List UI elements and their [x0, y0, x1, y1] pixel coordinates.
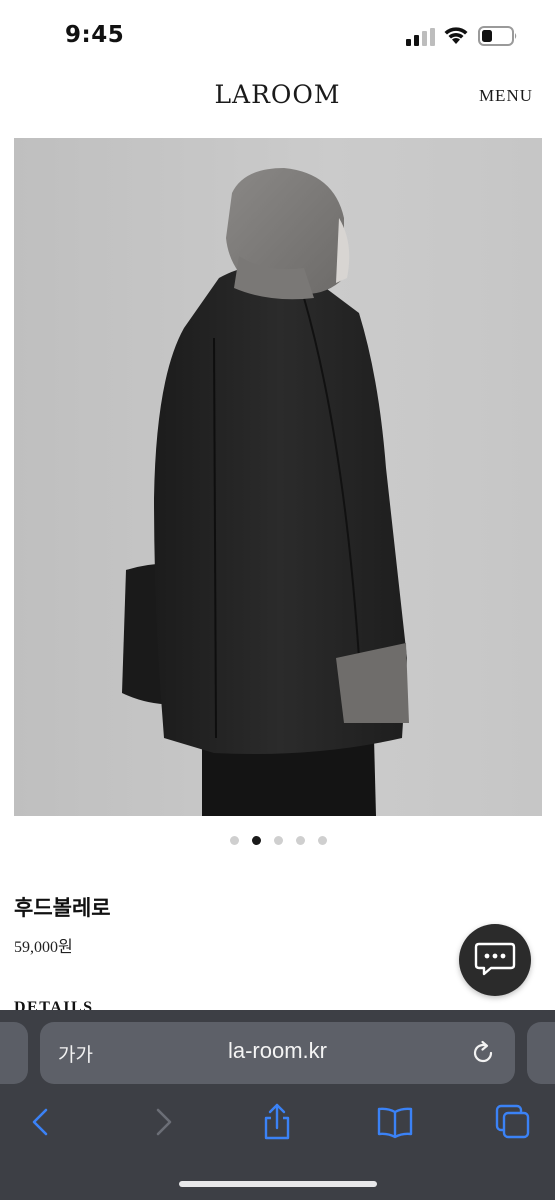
wifi-icon [444, 27, 468, 44]
carousel-dot[interactable] [230, 836, 239, 845]
product-name: 후드볼레로 [14, 896, 111, 920]
carousel-dot[interactable] [274, 836, 283, 845]
status-time: 9:45 [65, 22, 125, 48]
product-image[interactable] [14, 138, 542, 816]
product-photo-illustration [14, 138, 542, 816]
forward-icon[interactable] [142, 1102, 182, 1142]
cellular-signal-icon [406, 28, 435, 46]
menu-button[interactable]: MENU [479, 86, 533, 106]
bookmarks-icon[interactable] [375, 1102, 415, 1142]
chat-bubble-icon [474, 942, 516, 976]
carousel-pagination [0, 836, 555, 848]
carousel-dot[interactable] [296, 836, 305, 845]
chat-button[interactable] [459, 924, 531, 996]
tabs-icon[interactable] [493, 1102, 533, 1142]
home-indicator [179, 1181, 377, 1187]
site-header: LAROOM MENU [0, 70, 555, 130]
product-price: 59,000원 [14, 939, 73, 956]
browser-chrome: 가가 la-room.kr [0, 1010, 555, 1200]
battery-icon [478, 26, 517, 46]
carousel-dot-active[interactable] [252, 836, 261, 845]
status-bar: 9:45 [0, 0, 555, 70]
url-text[interactable]: la-room.kr [40, 1038, 515, 1064]
carousel-dot[interactable] [318, 836, 327, 845]
browser-toolbar [0, 1090, 555, 1170]
next-tab-peek[interactable] [527, 1022, 555, 1084]
reload-icon[interactable] [469, 1039, 497, 1067]
address-bar[interactable]: 가가 la-room.kr [40, 1022, 515, 1084]
back-icon[interactable] [22, 1102, 62, 1142]
share-icon[interactable] [257, 1102, 297, 1142]
brand-logo[interactable]: LAROOM [0, 80, 555, 109]
previous-tab-peek[interactable] [0, 1022, 28, 1084]
